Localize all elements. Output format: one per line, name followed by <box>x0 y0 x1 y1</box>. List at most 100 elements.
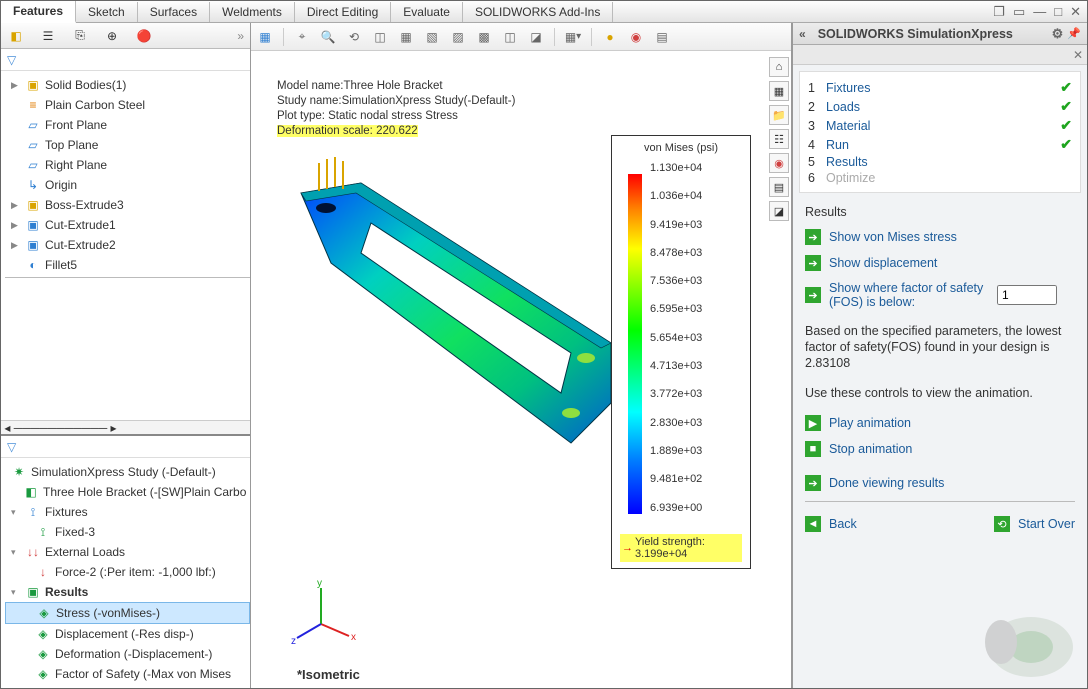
tree-material[interactable]: ≡Plain Carbon Steel <box>5 95 250 115</box>
panel-title: SOLIDWORKS SimulationXpress <box>818 27 1013 41</box>
tab-direct-editing[interactable]: Direct Editing <box>295 2 391 22</box>
show-fos-link[interactable]: ➔ Show where factor of safety (FOS) is b… <box>805 281 1075 309</box>
step-fixtures[interactable]: 1Fixtures✔ <box>808 78 1072 97</box>
view-orientation-icon[interactable]: ▦ <box>396 27 416 47</box>
check-icon: ✔ <box>1060 136 1072 153</box>
funnel-icon[interactable]: ▽ <box>7 440 16 454</box>
tab-surfaces[interactable]: Surfaces <box>138 2 210 22</box>
result-stress[interactable]: ◈Stress (-vonMises-) <box>5 602 250 624</box>
material-icon: ≡ <box>25 97 41 113</box>
window-close-icon[interactable]: ✕ <box>1070 4 1081 20</box>
gear-icon[interactable]: ⚙ <box>1052 26 1064 42</box>
hide-show-icon[interactable]: ▦▾ <box>563 27 583 47</box>
plot-icon: ◈ <box>35 626 51 642</box>
tree-cut-extrude2[interactable]: ▶▣Cut-Extrude2 <box>5 235 250 255</box>
apply-scene-icon[interactable]: ◉ <box>626 27 646 47</box>
edit-appearance-icon[interactable]: ● <box>600 27 620 47</box>
tree-boss-extrude[interactable]: ▶▣Boss-Extrude3 <box>5 195 250 215</box>
left-tabs-chevron-icon[interactable]: » <box>237 29 244 43</box>
show-stress-link[interactable]: ➔Show von Mises stress <box>805 229 1075 245</box>
display-style4-icon[interactable]: ◫ <box>500 27 520 47</box>
graphics-area[interactable]: ▦ ⌖ 🔍 ⟲ ◫ ▦ ▧ ▨ ▩ ◫ ◪ ▦▾ ● ◉ ▤ ⌂ ▦ 📁 ☷ ◉ <box>251 23 791 688</box>
taskpane-resources-icon[interactable]: ▦ <box>769 81 789 101</box>
tree-label: External Loads <box>45 545 125 559</box>
view-settings-icon[interactable]: ▤ <box>652 27 672 47</box>
tree-cut-extrude1[interactable]: ▶▣Cut-Extrude1 <box>5 215 250 235</box>
meta-study-name: Study name:SimulationXpress Study(-Defau… <box>277 94 515 109</box>
study-loads[interactable]: ▾↓↓External Loads <box>5 542 250 562</box>
taskpane-home-icon[interactable]: ⌂ <box>769 57 789 77</box>
tree-top-plane[interactable]: ▱Top Plane <box>5 135 250 155</box>
appearance-tab-icon[interactable]: 🔴 <box>135 27 153 45</box>
legend-tick: 5.654e+03 <box>650 332 742 360</box>
start-over-button[interactable]: ⟲Start Over <box>994 516 1075 532</box>
tab-weldments[interactable]: Weldments <box>210 2 295 22</box>
feature-tree-tab-icon[interactable]: ◧ <box>7 27 25 45</box>
study-fixtures[interactable]: ▾⟟Fixtures <box>5 502 250 522</box>
check-icon: ✔ <box>1060 117 1072 134</box>
display-style5-icon[interactable]: ◪ <box>526 27 546 47</box>
zoom-area-icon[interactable]: 🔍 <box>318 27 338 47</box>
display-style3-icon[interactable]: ▩ <box>474 27 494 47</box>
taskpane-custom-icon[interactable]: ◪ <box>769 201 789 221</box>
zoom-fit-icon[interactable]: ⌖ <box>292 27 312 47</box>
funnel-icon[interactable]: ▽ <box>7 53 16 67</box>
tab-evaluate[interactable]: Evaluate <box>391 2 463 22</box>
section-view-icon[interactable]: ◫ <box>370 27 390 47</box>
tree-origin[interactable]: ↳Origin <box>5 175 250 195</box>
configuration-tab-icon[interactable]: ⎘ <box>71 27 89 45</box>
tab-addins[interactable]: SOLIDWORKS Add-Ins <box>463 2 613 22</box>
bracket-model <box>271 143 631 503</box>
study-root[interactable]: ✷SimulationXpress Study (-Default-) <box>5 462 250 482</box>
prev-view-icon[interactable]: ⟲ <box>344 27 364 47</box>
taskpane-view-palette-icon[interactable]: ◉ <box>769 153 789 173</box>
result-deformation[interactable]: ◈Deformation (-Displacement-) <box>5 644 250 664</box>
panel-close-icon[interactable]: ✕ <box>1073 48 1083 62</box>
step-run[interactable]: 4Run✔ <box>808 135 1072 154</box>
fixtures-icon: ⟟ <box>25 504 41 520</box>
result-fos[interactable]: ◈Factor of Safety (-Max von Mises <box>5 664 250 684</box>
result-displacement[interactable]: ◈Displacement (-Res disp-) <box>5 624 250 644</box>
tree-solid-bodies[interactable]: ▶▣Solid Bodies(1) <box>5 75 250 95</box>
taskpane-explorer-icon[interactable]: ☷ <box>769 129 789 149</box>
window-maximize-icon[interactable]: □ <box>1054 4 1062 20</box>
step-results[interactable]: 5Results <box>808 154 1072 170</box>
back-button[interactable]: ◄Back <box>805 516 857 532</box>
pin-icon[interactable]: 📌 <box>1067 27 1081 40</box>
study-results[interactable]: ▾▣Results <box>5 582 250 602</box>
study-part[interactable]: ◧Three Hole Bracket (-[SW]Plain Carbo <box>5 482 250 502</box>
view-cube-icon[interactable]: ▦ <box>255 27 275 47</box>
window-cascade-icon[interactable]: ❐ <box>993 4 1005 20</box>
tree-front-plane[interactable]: ▱Front Plane <box>5 115 250 135</box>
tab-features[interactable]: Features <box>1 1 76 23</box>
taskpane-library-icon[interactable]: 📁 <box>769 105 789 125</box>
show-displacement-link[interactable]: ➔Show displacement <box>805 255 1075 271</box>
meta-deformation-scale: Deformation scale: 220.622 <box>277 125 418 137</box>
dimxpert-tab-icon[interactable]: ⊕ <box>103 27 121 45</box>
study-force[interactable]: ↓Force-2 (:Per item: -1,000 lbf:) <box>5 562 250 582</box>
tree-scroll-area[interactable]: ◂ ─────────── ▸ <box>1 420 250 434</box>
step-material[interactable]: 3Material✔ <box>808 116 1072 135</box>
action-label: Stop animation <box>829 442 912 456</box>
tree-right-plane[interactable]: ▱Right Plane <box>5 155 250 175</box>
action-label: Show von Mises stress <box>829 230 957 244</box>
study-fixed[interactable]: ⟟Fixed-3 <box>5 522 250 542</box>
property-manager-tab-icon[interactable]: ☰ <box>39 27 57 45</box>
orientation-triad[interactable]: x y z <box>291 574 361 644</box>
step-loads[interactable]: 2Loads✔ <box>808 97 1072 116</box>
taskpane-appearances-icon[interactable]: ▤ <box>769 177 789 197</box>
window-minimize-icon[interactable]: — <box>1033 4 1046 20</box>
tab-sketch[interactable]: Sketch <box>76 2 138 22</box>
stop-animation-link[interactable]: ■Stop animation <box>805 441 1075 457</box>
display-style2-icon[interactable]: ▨ <box>448 27 468 47</box>
done-viewing-link[interactable]: ➔Done viewing results <box>805 475 1075 491</box>
play-animation-link[interactable]: ▶Play animation <box>805 415 1075 431</box>
command-manager-tabs: Features Sketch Surfaces Weldments Direc… <box>1 1 1087 23</box>
display-style-icon[interactable]: ▧ <box>422 27 442 47</box>
fillet-icon: ◐ <box>25 257 41 273</box>
chevron-left-icon[interactable]: « <box>799 27 806 41</box>
window-tile-icon[interactable]: ▭ <box>1013 4 1025 20</box>
tree-fillet[interactable]: ◐Fillet5 <box>5 255 250 275</box>
panel-body: Results ➔Show von Mises stress ➔Show dis… <box>793 199 1087 542</box>
fos-threshold-input[interactable] <box>997 285 1057 305</box>
